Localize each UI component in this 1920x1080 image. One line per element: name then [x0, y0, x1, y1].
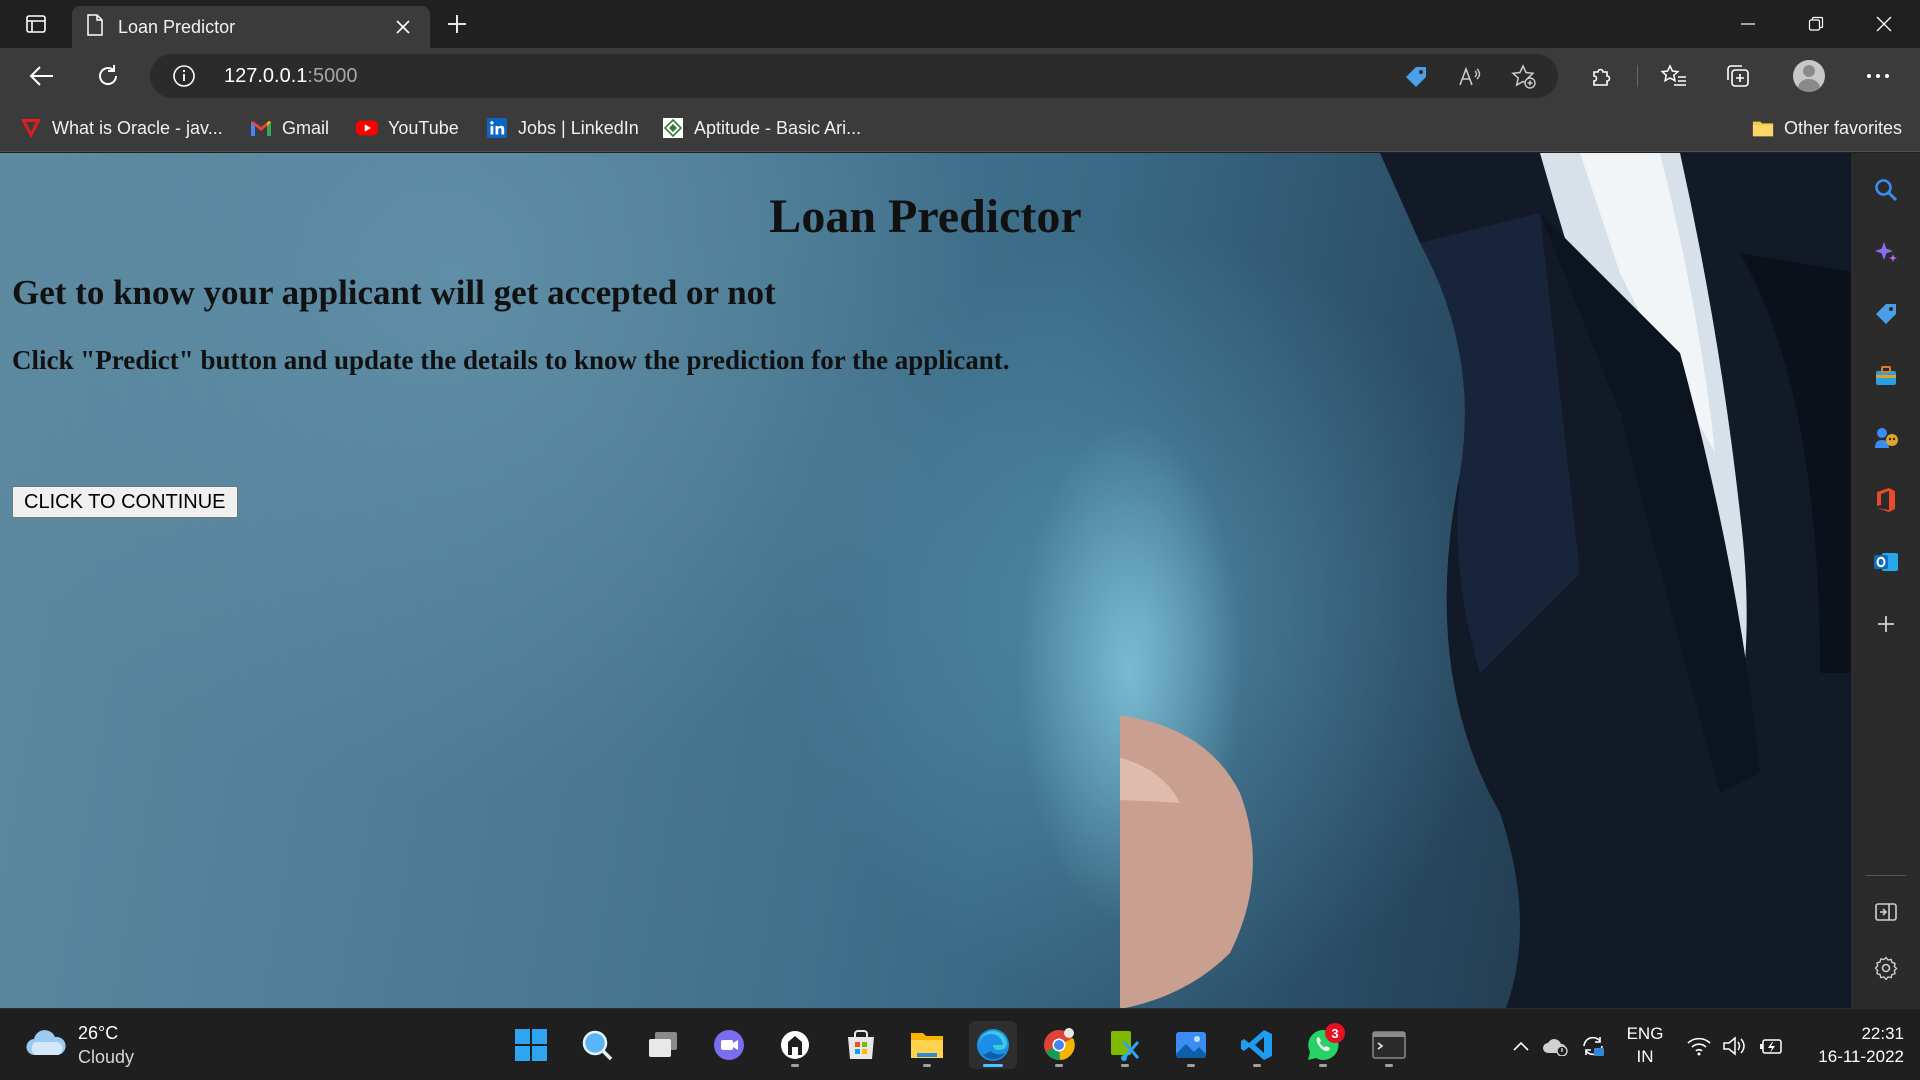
other-favorites[interactable]: Other favorites	[1752, 114, 1902, 142]
favorite-oracle[interactable]: What is Oracle - jav...	[20, 114, 223, 142]
running-indicator	[1319, 1064, 1327, 1067]
folder-icon	[1752, 117, 1774, 139]
page-instruction: Click "Predict" button and update the de…	[12, 345, 1010, 375]
search-icon[interactable]	[1871, 175, 1901, 205]
back-arrow-icon[interactable]	[22, 56, 62, 96]
terminal-icon[interactable]	[1365, 1021, 1413, 1069]
battery-icon[interactable]	[1758, 1033, 1784, 1059]
input-language[interactable]: ENG IN	[1620, 1022, 1670, 1068]
outlook-icon[interactable]	[1871, 547, 1901, 577]
tab-title: Loan Predictor	[118, 16, 236, 37]
tab-actions-icon[interactable]	[14, 10, 58, 38]
show-hidden-icons-chevron-icon[interactable]	[1508, 1033, 1534, 1059]
windows-taskbar: 26°C Cloudy 3 ENG IN 22:31 16-11-2022	[0, 1008, 1920, 1080]
site-info-icon[interactable]	[172, 64, 196, 88]
background-illustration: % % %	[1120, 153, 1851, 1008]
sidebar-divider	[1866, 875, 1906, 876]
wifi-icon[interactable]	[1686, 1033, 1712, 1059]
cloud-icon	[26, 1029, 66, 1062]
page-title: Loan Predictor	[769, 190, 1082, 243]
onedrive-cloud-icon[interactable]	[1542, 1033, 1568, 1059]
clock-time: 22:31	[1861, 1024, 1904, 1043]
minimize-icon[interactable]	[1714, 0, 1782, 48]
sidebar-settings-icon[interactable]	[1871, 953, 1901, 983]
favorites-icon[interactable]	[1654, 56, 1694, 96]
weather-condition: Cloudy	[78, 1047, 135, 1067]
page-subtitle: Get to know your applicant will get acce…	[12, 273, 776, 312]
collections-icon[interactable]	[1718, 56, 1758, 96]
new-tab-icon[interactable]	[440, 9, 474, 39]
active-tab[interactable]: Loan Predictor	[72, 6, 430, 48]
games-icon[interactable]	[1871, 423, 1901, 453]
active-indicator	[983, 1064, 1003, 1067]
favorite-aptitude[interactable]: Aptitude - Basic Ari...	[662, 114, 861, 142]
address-bar[interactable]: 127.0.0.1:5000	[150, 54, 1558, 98]
favorite-gmail[interactable]: Gmail	[250, 114, 329, 142]
running-indicator	[1253, 1064, 1261, 1067]
office-icon[interactable]	[1871, 485, 1901, 515]
coupon-tag-icon[interactable]	[1402, 63, 1430, 91]
github-app-icon[interactable]	[771, 1021, 819, 1069]
system-clock[interactable]: 22:31 16-11-2022	[1796, 1022, 1904, 1068]
favorite-youtube[interactable]: YouTube	[356, 114, 459, 142]
refresh-icon[interactable]	[88, 56, 128, 96]
add-favorite-icon[interactable]	[1510, 63, 1538, 91]
more-menu-icon[interactable]	[1858, 56, 1898, 96]
running-indicator	[1055, 1064, 1063, 1067]
close-tab-icon[interactable]	[390, 14, 416, 40]
browser-toolbar: 127.0.0.1:5000	[0, 48, 1920, 104]
url-text[interactable]: 127.0.0.1:5000	[224, 65, 357, 88]
running-indicator	[1187, 1064, 1195, 1067]
whatsapp-icon[interactable]: 3	[1299, 1021, 1347, 1069]
favorites-bar: What is Oracle - jav... Gmail YouTube Jo…	[0, 104, 1920, 152]
continue-button[interactable]: CLICK TO CONTINUE	[12, 486, 238, 518]
profile-avatar[interactable]	[1793, 60, 1825, 92]
linkedin-icon	[486, 117, 508, 139]
file-explorer-icon[interactable]	[903, 1021, 951, 1069]
sync-icon[interactable]	[1580, 1033, 1606, 1059]
taskbar-search-icon[interactable]	[573, 1021, 621, 1069]
clock-date: 16-11-2022	[1818, 1047, 1904, 1066]
microsoft-store-icon[interactable]	[837, 1021, 885, 1069]
task-view-icon[interactable]	[639, 1021, 687, 1069]
running-indicator	[1121, 1064, 1129, 1067]
chrome-icon[interactable]	[1035, 1021, 1083, 1069]
restore-icon[interactable]	[1782, 0, 1850, 48]
read-aloud-icon[interactable]	[1456, 63, 1484, 91]
teams-chat-icon[interactable]	[705, 1021, 753, 1069]
tools-briefcase-icon[interactable]	[1871, 361, 1901, 391]
favorite-linkedin[interactable]: Jobs | LinkedIn	[486, 114, 639, 142]
running-indicator	[791, 1064, 799, 1067]
hide-sidebar-icon[interactable]	[1871, 897, 1901, 927]
running-indicator	[1385, 1064, 1393, 1067]
vscode-icon[interactable]	[1233, 1021, 1281, 1069]
page-content: % % % Loan Predictor Get to know your ap…	[0, 153, 1851, 1008]
notification-badge: 3	[1325, 1023, 1345, 1043]
toolbar-divider	[1637, 65, 1638, 87]
running-indicator	[923, 1064, 931, 1067]
copilot-sparkle-icon[interactable]	[1871, 237, 1901, 267]
gmail-icon	[250, 117, 272, 139]
youtube-icon	[356, 117, 378, 139]
snipping-tool-icon[interactable]	[1101, 1021, 1149, 1069]
start-windows-icon[interactable]	[507, 1021, 555, 1069]
extensions-icon[interactable]	[1582, 56, 1622, 96]
tab-strip: Loan Predictor	[0, 0, 1920, 48]
aptitude-icon	[662, 117, 684, 139]
weather-temp: 26°C	[78, 1023, 119, 1043]
edge-browser-icon[interactable]	[969, 1021, 1017, 1069]
photos-icon[interactable]	[1167, 1021, 1215, 1069]
shopping-tag-icon[interactable]	[1871, 299, 1901, 329]
oracle-icon	[20, 117, 42, 139]
add-sidebar-app-icon[interactable]	[1871, 609, 1901, 639]
page-icon	[86, 13, 104, 41]
edge-sidebar	[1851, 153, 1920, 1008]
weather-widget[interactable]: 26°C Cloudy	[26, 1023, 134, 1067]
volume-icon[interactable]	[1722, 1033, 1748, 1059]
close-window-icon[interactable]	[1850, 0, 1918, 48]
